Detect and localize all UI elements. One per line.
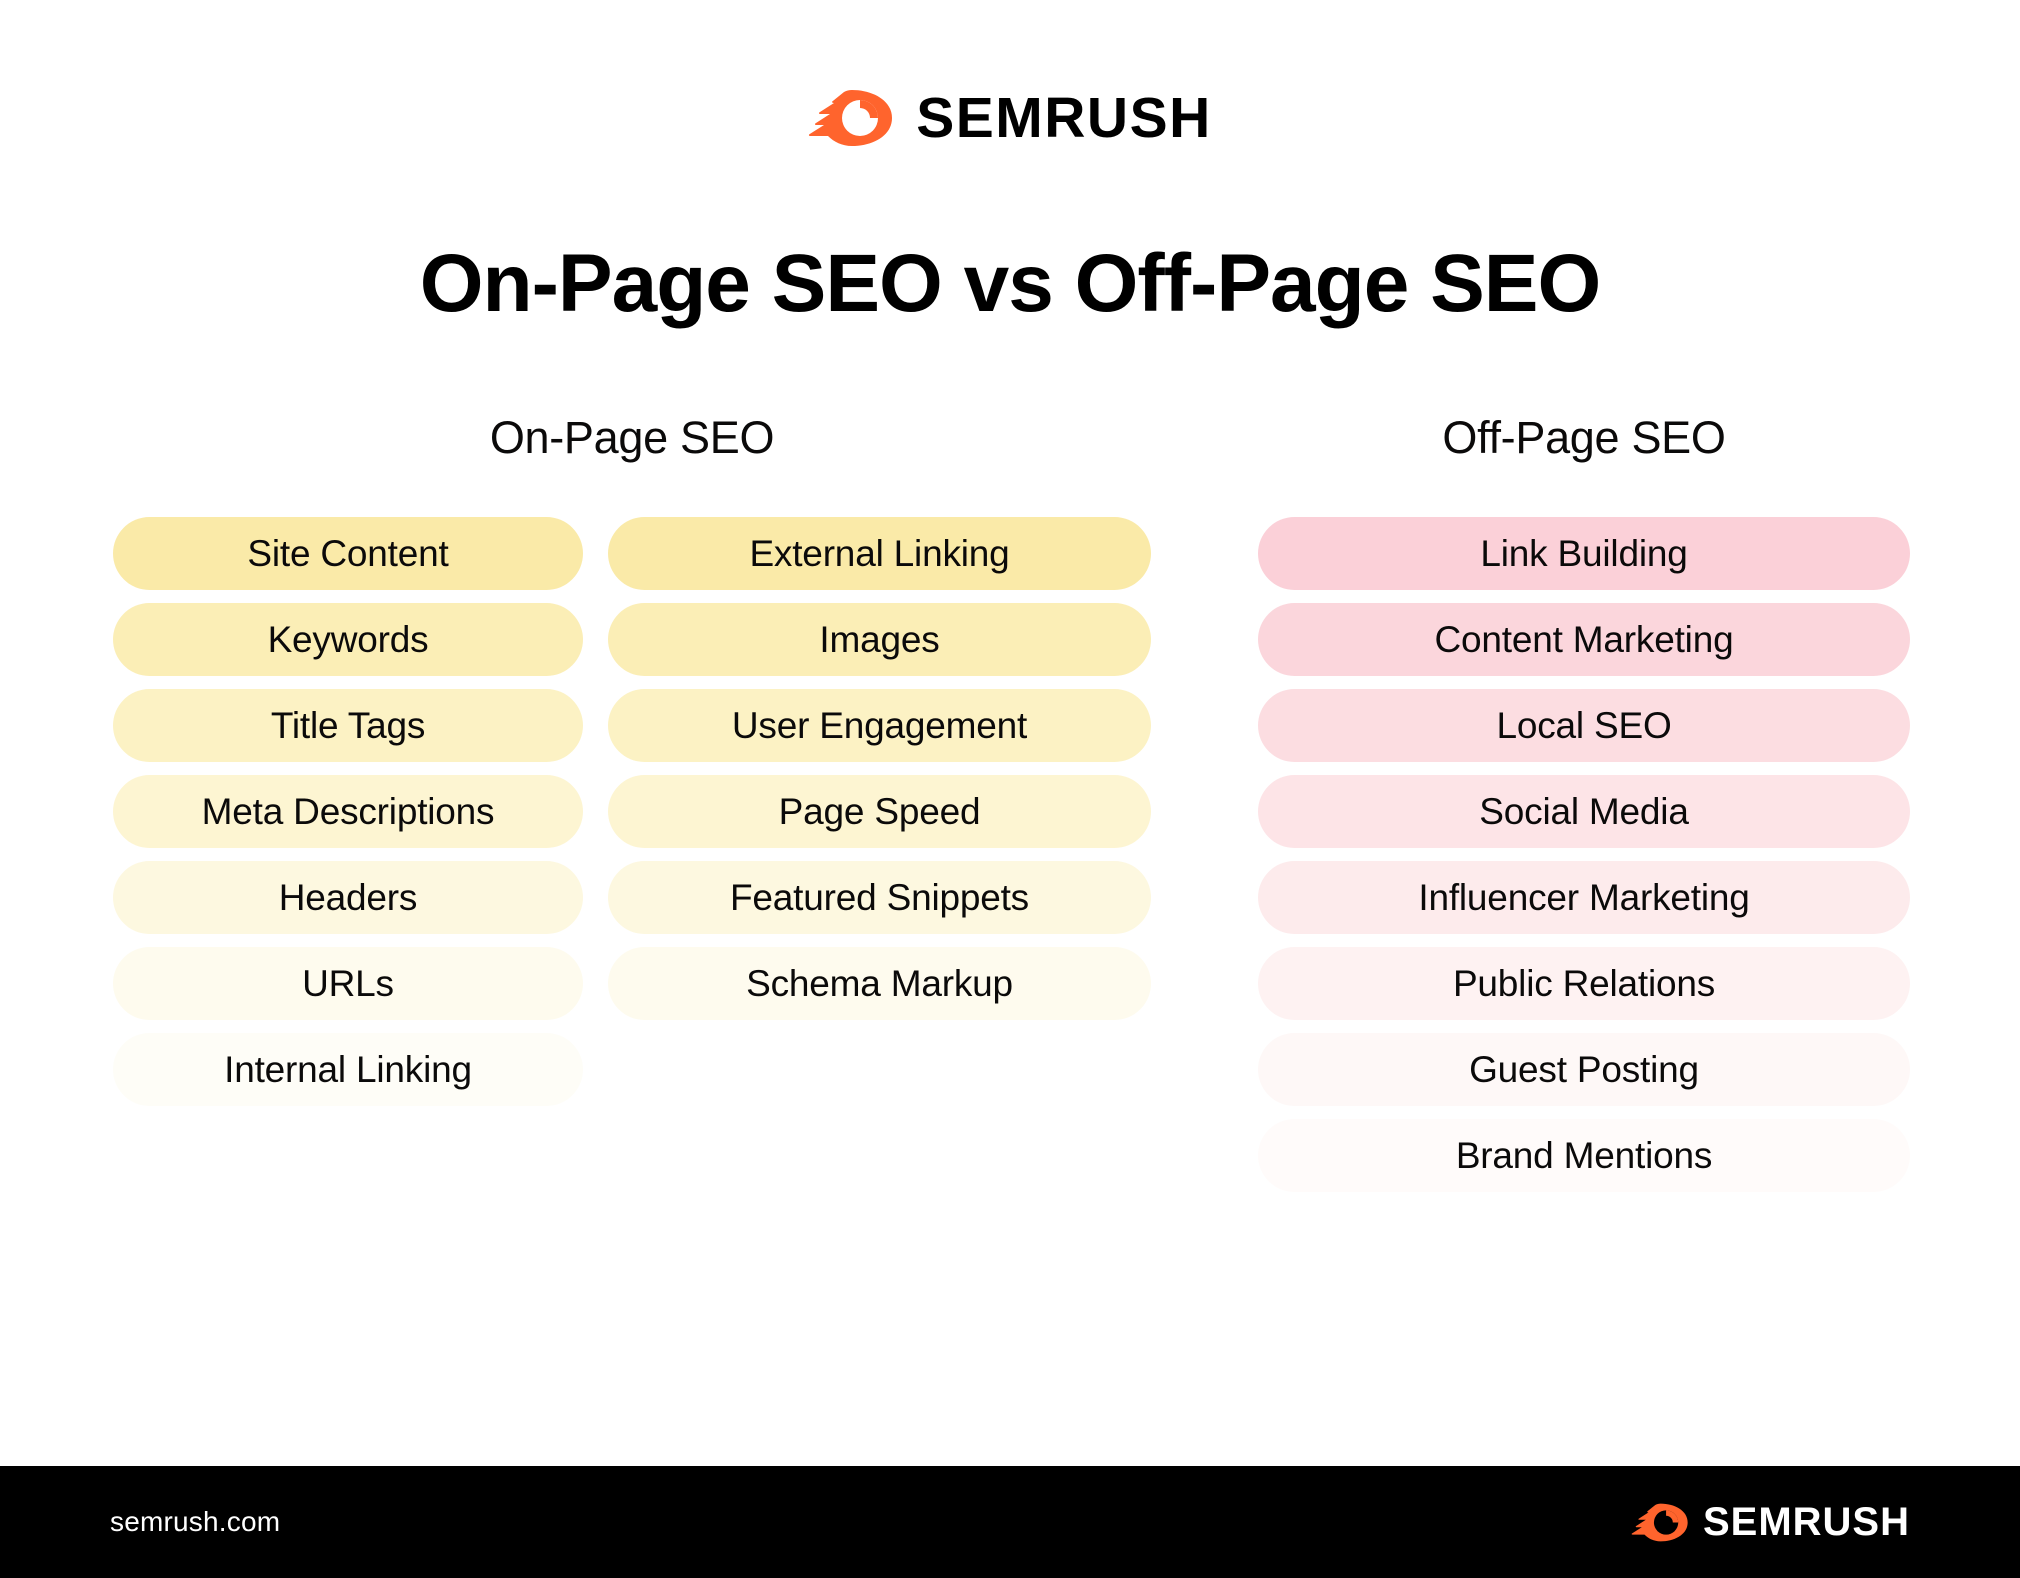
pill-label: Internal Linking: [224, 1049, 472, 1090]
page-title: On-Page SEO vs Off-Page SEO: [419, 238, 1602, 329]
pill-label: Link Building: [1480, 533, 1688, 574]
pill-label: Social Media: [1479, 791, 1689, 832]
pill-label: Local SEO: [1496, 705, 1672, 746]
pill-item: Images: [608, 603, 1151, 676]
pill-label: User Engagement: [731, 705, 1028, 746]
pill-item: Local SEO: [1258, 689, 1910, 762]
pill-label: Public Relations: [1452, 963, 1716, 1004]
pill-item: Link Building: [1258, 517, 1910, 590]
pill-item: User Engagement: [608, 689, 1151, 762]
pill-item: Page Speed: [608, 775, 1151, 848]
pill-item: Meta Descriptions: [113, 775, 583, 848]
infographic-canvas: SEMRUSH On-Page SEO vs Off-Page SEO On-P…: [0, 0, 2020, 1578]
pill-label: Influencer Marketing: [1418, 877, 1750, 918]
footer-brand-lockup: SEMRUSH: [1631, 1502, 1910, 1543]
header-brand-lockup: SEMRUSH: [0, 88, 2020, 148]
pill-item: Headers: [113, 861, 583, 934]
pill-item: Social Media: [1258, 775, 1910, 848]
pill-item: Featured Snippets: [608, 861, 1151, 934]
pill-item: Keywords: [113, 603, 583, 676]
footer-bar: semrush.com SEMRUSH: [0, 1466, 2020, 1578]
pill-label: Keywords: [267, 619, 429, 660]
pill-label: Schema Markup: [746, 963, 1013, 1004]
pill-item: External Linking: [608, 517, 1151, 590]
pill-item: Influencer Marketing: [1258, 861, 1910, 934]
pill-item: URLs: [113, 947, 583, 1020]
semrush-comet-icon: [1631, 1503, 1688, 1541]
pill-item: Title Tags: [113, 689, 583, 762]
pill-label: Title Tags: [270, 705, 426, 746]
comparison-columns: On-Page SEO Off-Page SEO Site Content Key…: [0, 412, 2020, 1372]
footer-website-url[interactable]: semrush.com: [110, 1506, 280, 1538]
pill-item: Public Relations: [1258, 947, 1910, 1020]
column-heading-on-page: On-Page SEO: [489, 412, 775, 463]
semrush-comet-icon: [809, 90, 893, 146]
pill-item: Guest Posting: [1258, 1033, 1910, 1106]
pill-label: Featured Snippets: [730, 877, 1029, 918]
pill-label: Headers: [278, 877, 418, 918]
pill-item: Schema Markup: [608, 947, 1151, 1020]
pill-label: Site Content: [247, 533, 449, 574]
footer-brand-wordmark: SEMRUSH: [1702, 1500, 1910, 1544]
pill-column-on-page-1: Site Content Keywords Title Tags Meta Descr…: [113, 517, 583, 1119]
pill-item: Site Content: [113, 517, 583, 590]
pill-label: External Linking: [749, 533, 1010, 574]
pill-label: Images: [819, 619, 940, 660]
column-heading-off-page: Off-Page SEO: [1442, 412, 1726, 463]
pill-item: Brand Mentions: [1258, 1119, 1910, 1192]
pill-label: Meta Descriptions: [201, 791, 495, 832]
brand-wordmark: SEMRUSH: [916, 85, 1212, 150]
pill-item: Internal Linking: [113, 1033, 583, 1106]
pill-label: Brand Mentions: [1455, 1135, 1713, 1176]
pill-label: Content Marketing: [1434, 619, 1734, 660]
pill-column-on-page-2: External Linking Images User Engagement Pag…: [608, 517, 1151, 1033]
pill-label: URLs: [302, 963, 394, 1004]
pill-label: Page Speed: [778, 791, 981, 832]
pill-column-off-page: Link Building Content Marketing Local SEO S…: [1258, 517, 1910, 1205]
pill-label: Guest Posting: [1469, 1049, 1699, 1090]
pill-item: Content Marketing: [1258, 603, 1910, 676]
